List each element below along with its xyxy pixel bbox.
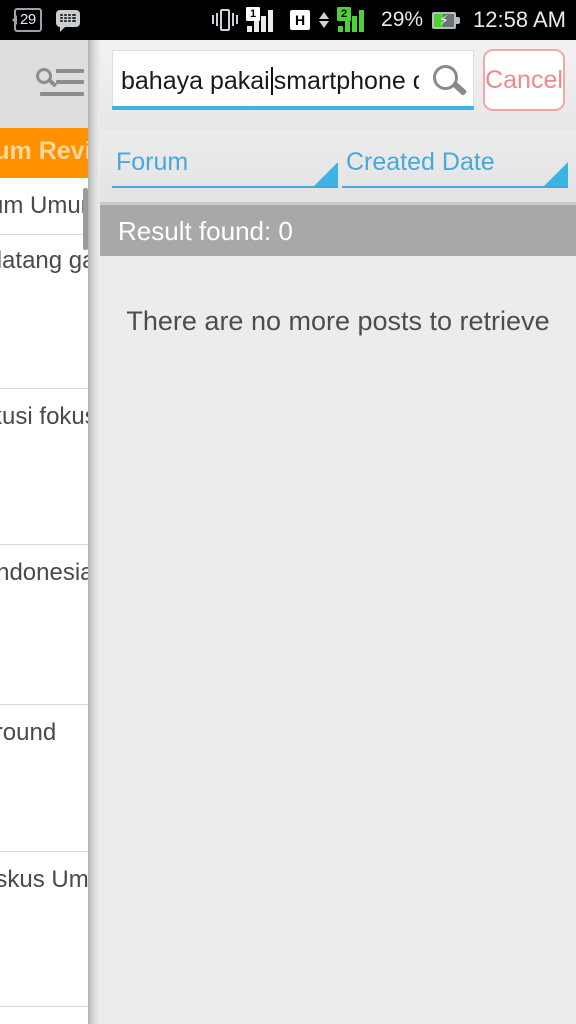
sidebar-panel[interactable]: Forum Review Forum Umum Selamat datang g… bbox=[0, 40, 88, 1024]
panel-edge-shadow bbox=[88, 40, 100, 1024]
search-overlay: bahaya pakaismartphone di mala Cancel Fo… bbox=[100, 40, 576, 1024]
result-count-bar: Result found: 0 bbox=[100, 204, 576, 257]
magnifier-icon[interactable] bbox=[431, 63, 471, 103]
list-item[interactable]: Lounge Forum Umum Background bbox=[0, 705, 88, 852]
sim1-signal-icon: 1 bbox=[246, 7, 281, 32]
list-item-label: Forum Umum bbox=[0, 192, 88, 219]
sidebar-section-title: Forum Review bbox=[0, 128, 88, 178]
search-bar: bahaya pakaismartphone di mala Cancel bbox=[100, 40, 576, 130]
list-item[interactable]: Forum Umum bbox=[0, 178, 88, 235]
battery-percent-label: 29% bbox=[381, 8, 424, 31]
sidebar-header bbox=[0, 40, 88, 128]
filter-dropdown-created-date[interactable]: Created Date bbox=[342, 148, 568, 188]
network-type-icon: H bbox=[290, 10, 311, 30]
list-item[interactable]: Tempat diskusi fokus di bbox=[0, 389, 88, 545]
status-bar-left: 29 bbox=[12, 8, 80, 32]
sim1-label: 1 bbox=[246, 7, 261, 21]
clock-label: 12:58 AM bbox=[473, 7, 566, 32]
results-list: There are no more posts to retrieve bbox=[100, 256, 576, 1024]
filter-underline bbox=[342, 186, 568, 188]
sidebar-list[interactable]: Forum Umum Selamat datang gan! Tempat di… bbox=[0, 178, 88, 1024]
status-bar: 29 1 H 2 29% ⚡ 12:58 AM bbox=[0, 0, 576, 40]
search-input-text: bahaya pakaismartphone di mala bbox=[121, 64, 419, 98]
list-item[interactable]: Selamat datang gan! bbox=[0, 235, 88, 389]
search-input[interactable]: bahaya pakaismartphone di mala bbox=[112, 50, 474, 108]
search-input-underline bbox=[112, 106, 474, 110]
empty-state-message: There are no more posts to retrieve bbox=[126, 306, 550, 336]
data-transfer-arrows-icon bbox=[319, 12, 330, 28]
notification-count-badge: 29 bbox=[12, 8, 42, 32]
sim2-signal-icon: 2 bbox=[337, 7, 372, 32]
search-text-after-caret: smartphone di mala bbox=[273, 67, 419, 95]
dropdown-triangle-icon bbox=[314, 162, 338, 186]
filter-label: Forum bbox=[116, 148, 189, 176]
sim2-label: 2 bbox=[337, 7, 352, 21]
filter-bar: Forum Created Date bbox=[100, 130, 576, 204]
search-list-icon[interactable] bbox=[34, 66, 88, 102]
dropdown-triangle-icon bbox=[544, 162, 568, 186]
bbm-icon bbox=[55, 9, 80, 32]
filter-dropdown-forum[interactable]: Forum bbox=[112, 148, 338, 188]
cancel-button[interactable]: Cancel bbox=[483, 49, 565, 111]
list-item[interactable]: Berita dan Politik terdahulu bbox=[0, 1007, 88, 1024]
list-item-label: Selamat datang gan! bbox=[0, 247, 88, 274]
list-item-label: Kaskus terbesar di Indonesia! bbox=[0, 559, 88, 586]
list-item[interactable]: Forum Kaskus Umum bbox=[0, 852, 88, 1007]
list-item[interactable]: Kaskus terbesar di Indonesia! bbox=[0, 545, 88, 705]
filter-label: Created Date bbox=[346, 148, 495, 176]
result-count-label: Result found: 0 bbox=[118, 215, 293, 246]
battery-charging-icon: ⚡ bbox=[432, 11, 461, 29]
text-caret bbox=[270, 67, 273, 95]
filter-underline bbox=[112, 186, 338, 188]
list-item-label: Tempat diskusi fokus di bbox=[0, 403, 88, 430]
list-item-label: Lounge Forum Umum Background bbox=[0, 719, 57, 746]
search-text-before-caret: bahaya pakai bbox=[121, 67, 270, 95]
vibrate-icon bbox=[212, 8, 239, 32]
status-bar-right: 1 H 2 29% ⚡ 12:58 AM bbox=[212, 7, 566, 33]
sidebar-section-title-label: Forum Review bbox=[0, 137, 88, 165]
list-item-label: Forum Kaskus Umum bbox=[0, 866, 88, 893]
